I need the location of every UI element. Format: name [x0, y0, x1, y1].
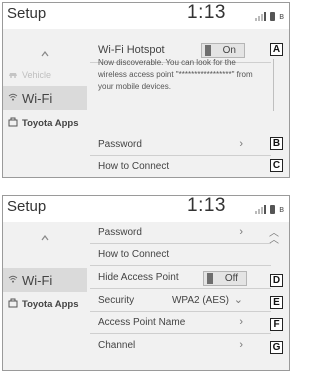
password-row[interactable]: Password ›	[90, 134, 271, 156]
sidebar: Wi-Fi Toyota Apps	[3, 222, 87, 370]
how-to-connect-label: How to Connect	[98, 249, 170, 260]
callout-b: B	[270, 137, 283, 150]
chevron-right-icon: ›	[239, 339, 243, 351]
toggle-knob	[205, 45, 211, 56]
callout-a: A	[270, 43, 283, 56]
how-to-connect-row[interactable]: How to Connect	[90, 156, 271, 177]
callout-f: F	[270, 318, 283, 331]
password-label: Password	[98, 227, 142, 238]
page-title: Setup	[7, 5, 47, 22]
car-icon	[7, 70, 19, 81]
wifi-hotspot-label: Wi-Fi Hotspot	[98, 44, 165, 56]
settings-list: Wi-Fi Hotspot On Now discoverable. You c…	[90, 29, 289, 177]
toggle-state: On	[222, 45, 236, 56]
security-value: WPA2 (AES)	[171, 295, 229, 306]
scroll-up-icon[interactable]	[39, 233, 51, 243]
wifi-icon	[7, 275, 19, 286]
security-row[interactable]: Security WPA2 (AES) ⌄	[90, 290, 271, 312]
status-icons: ʙ	[255, 9, 284, 21]
discoverable-message: Now discoverable. You can look for the w…	[98, 58, 253, 91]
bluetooth-icon: ʙ	[279, 204, 284, 214]
chevron-right-icon: ›	[239, 316, 243, 328]
toggle-knob	[207, 273, 213, 284]
sidebar-item-label: Wi-Fi	[22, 272, 53, 288]
scrollbar[interactable]	[273, 59, 274, 111]
how-to-connect-label: How to Connect	[98, 161, 170, 172]
wifi-icon	[7, 93, 19, 104]
chevron-right-icon: ›	[239, 226, 243, 238]
page-title: Setup	[7, 198, 47, 215]
clock: 1:13	[187, 2, 226, 23]
setup-screen-wifi-hotspot: Setup 1:13 ʙ Vehicle Wi-Fi Toyota Apps W…	[2, 2, 290, 178]
apps-icon	[7, 117, 19, 130]
signal-icon	[255, 12, 267, 21]
chevron-down-icon: ⌄	[233, 294, 243, 306]
sidebar-item-label: Toyota Apps	[22, 298, 79, 310]
sidebar-item-wifi[interactable]: Wi-Fi	[3, 86, 87, 110]
clock: 1:13	[187, 195, 226, 216]
bluetooth-icon: ʙ	[279, 11, 284, 21]
setup-screen-wifi-details: Setup 1:13 ʙ Wi-Fi Toyota Apps ︿ ︿ Passwo…	[2, 195, 290, 371]
status-icons: ʙ	[255, 202, 284, 214]
channel-label: Channel	[98, 340, 136, 351]
header-bar: Setup 1:13 ʙ	[3, 3, 289, 29]
callout-e: E	[270, 296, 283, 309]
chevron-right-icon: ›	[239, 138, 243, 150]
hide-access-point-row[interactable]: Hide Access Point Off	[90, 267, 271, 289]
access-point-name-row[interactable]: Access Point Name ›	[90, 312, 271, 334]
wifi-hotspot-toggle[interactable]: On	[201, 43, 245, 58]
hide-access-point-label: Hide Access Point	[98, 272, 179, 283]
sidebar-item-wifi[interactable]: Wi-Fi	[3, 268, 87, 292]
password-row[interactable]: Password ›	[90, 222, 271, 244]
security-label: Security	[98, 295, 135, 306]
sidebar-item-label: Vehicle	[22, 70, 52, 80]
toggle-state: Off	[224, 273, 238, 284]
settings-list: ︿ ︿ Password › How to Connect Hide Access…	[90, 222, 289, 370]
password-label: Password	[98, 139, 142, 150]
sidebar-item-toyota-apps[interactable]: Toyota Apps	[3, 111, 87, 135]
sidebar-item-label: Toyota Apps	[22, 117, 79, 129]
callout-g: G	[270, 341, 283, 354]
callout-d: D	[270, 274, 283, 287]
scroll-up-icon[interactable]	[39, 49, 51, 59]
channel-row[interactable]: Channel ›	[90, 335, 271, 357]
battery-icon	[270, 12, 276, 21]
sidebar: Vehicle Wi-Fi Toyota Apps	[3, 29, 87, 177]
apps-icon	[7, 298, 19, 311]
header-bar: Setup 1:13 ʙ	[3, 196, 289, 222]
sidebar-item-toyota-apps[interactable]: Toyota Apps	[3, 292, 87, 316]
sidebar-item-vehicle[interactable]: Vehicle	[3, 63, 87, 87]
callout-c: C	[270, 159, 283, 172]
hide-access-point-toggle[interactable]: Off	[203, 271, 247, 286]
battery-icon	[270, 205, 276, 214]
signal-icon	[255, 205, 267, 214]
how-to-connect-row[interactable]: How to Connect	[90, 244, 271, 266]
sidebar-item-label: Wi-Fi	[22, 90, 53, 106]
access-point-name-label: Access Point Name	[98, 317, 186, 328]
